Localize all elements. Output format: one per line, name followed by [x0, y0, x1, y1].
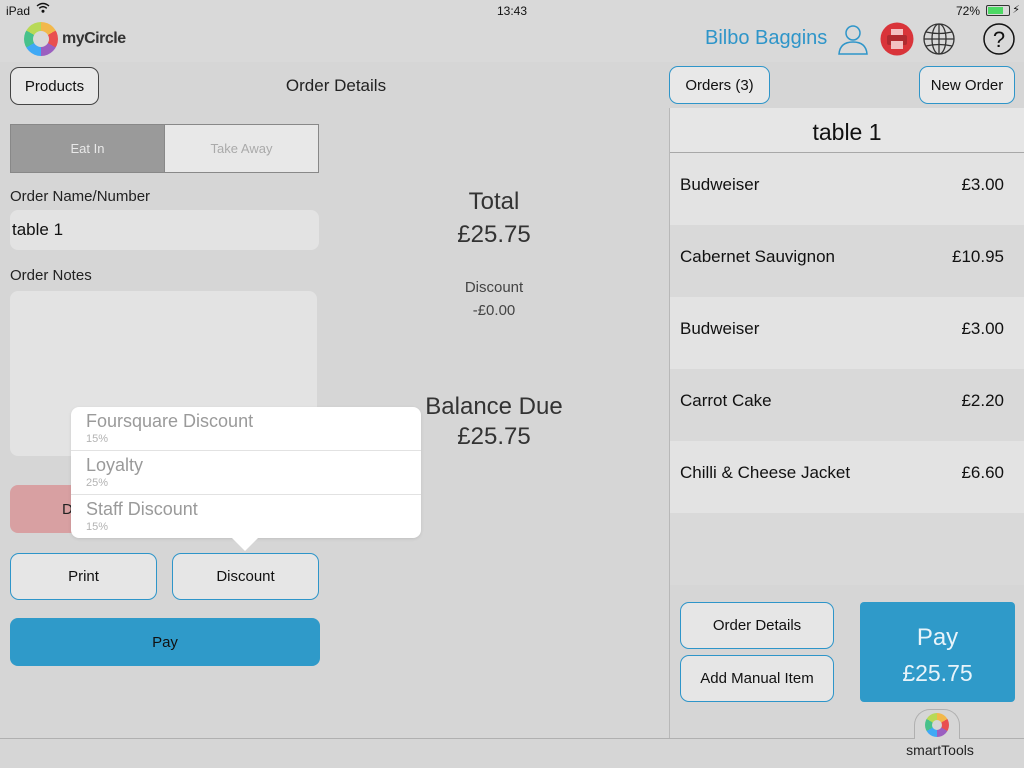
delete-order-button[interactable]: D — [10, 485, 80, 533]
order-title: table 1 — [670, 108, 1024, 153]
app-logo: myCircle — [24, 22, 126, 56]
popover-arrow — [231, 537, 259, 551]
pay-order-amount: £25.75 — [902, 660, 973, 686]
top-bar: myCircle Bilbo Baggins ? — [0, 20, 1024, 62]
add-manual-item-button[interactable]: Add Manual Item — [680, 655, 834, 702]
pay-button[interactable]: Pay — [10, 618, 320, 666]
item-name: Chilli & Cheese Jacket — [680, 463, 851, 482]
order-item-row[interactable]: Cabernet Sauvignon £10.95 — [670, 225, 1024, 297]
discount-option-name: Staff Discount — [86, 499, 198, 519]
item-price: £2.20 — [961, 391, 1004, 410]
help-icon[interactable]: ? — [982, 22, 1016, 56]
globe-icon[interactable] — [922, 22, 956, 56]
smarttools-label: smartTools — [906, 742, 974, 758]
user-name[interactable]: Bilbo Baggins — [705, 27, 827, 50]
item-name: Cabernet Sauvignon — [680, 247, 836, 266]
order-item-row[interactable]: Budweiser £3.00 — [670, 153, 1024, 225]
item-price: £3.00 — [961, 319, 1004, 338]
bottom-bar — [0, 738, 1024, 768]
discount-option-foursquare[interactable]: Foursquare Discount 15% — [71, 407, 421, 451]
clock: 13:43 — [496, 4, 528, 18]
eat-in-option[interactable]: Eat In — [11, 125, 164, 172]
printer-icon[interactable] — [880, 22, 914, 56]
order-notes-label: Order Notes — [10, 267, 92, 284]
orders-button[interactable]: Orders (3) — [669, 66, 770, 104]
order-item-row[interactable]: Budweiser £3.00 — [670, 297, 1024, 369]
item-name: Budweiser — [680, 175, 760, 194]
order-item-row[interactable]: Carrot Cake £2.20 — [670, 369, 1024, 441]
item-price: £6.60 — [961, 463, 1004, 482]
battery-icon — [986, 5, 1010, 16]
discount-option-name: Foursquare Discount — [86, 411, 254, 431]
discount-option-name: Loyalty — [86, 455, 144, 475]
svg-text:?: ? — [993, 27, 1005, 52]
order-item-list: Budweiser £3.00 Cabernet Sauvignon £10.9… — [670, 153, 1024, 585]
total-value: £25.75 — [457, 221, 531, 248]
discount-button[interactable]: Discount — [172, 553, 319, 600]
item-name: Carrot Cake — [680, 391, 772, 410]
order-type-toggle: Eat In Take Away — [10, 124, 319, 173]
discount-option-staff[interactable]: Staff Discount 15% — [71, 495, 421, 539]
take-away-option[interactable]: Take Away — [164, 125, 318, 172]
products-button[interactable]: Products — [10, 67, 99, 105]
order-name-input[interactable]: table 1 — [10, 210, 319, 250]
user-icon[interactable] — [836, 22, 870, 56]
discount-option-percent: 15% — [86, 433, 109, 445]
total-label: Total — [468, 188, 520, 215]
discount-total-label: Discount — [464, 279, 524, 296]
discount-option-percent: 15% — [86, 521, 109, 533]
item-price: £3.00 — [961, 175, 1004, 194]
page-title: Order Details — [285, 76, 387, 95]
discount-option-loyalty[interactable]: Loyalty 25% — [71, 451, 421, 495]
status-bar: iPad 13:43 72% ⚡ — [0, 0, 1024, 20]
new-order-button[interactable]: New Order — [919, 66, 1015, 104]
pay-order-button[interactable]: Pay £25.75 — [860, 602, 1015, 702]
order-item-row-empty — [670, 513, 1024, 585]
print-button[interactable]: Print — [10, 553, 157, 600]
logo-icon — [24, 22, 58, 56]
charging-icon: ⚡ — [1012, 4, 1020, 16]
order-item-row[interactable]: Chilli & Cheese Jacket £6.60 — [670, 441, 1024, 513]
order-details-button[interactable]: Order Details — [680, 602, 834, 649]
battery-percent: 72% — [955, 4, 980, 18]
smarttools-icon — [925, 712, 949, 737]
item-name: Budweiser — [680, 319, 760, 338]
discount-total-value: -£0.00 — [472, 302, 516, 319]
app-name: myCircle — [62, 30, 126, 47]
discount-popover: Foursquare Discount 15% Loyalty 25% Staf… — [71, 407, 421, 538]
order-name-label: Order Name/Number — [10, 188, 151, 205]
item-price: £10.95 — [952, 247, 1004, 266]
smarttools-button[interactable] — [914, 709, 960, 739]
pay-order-label: Pay — [916, 624, 959, 651]
discount-option-percent: 25% — [86, 477, 109, 489]
